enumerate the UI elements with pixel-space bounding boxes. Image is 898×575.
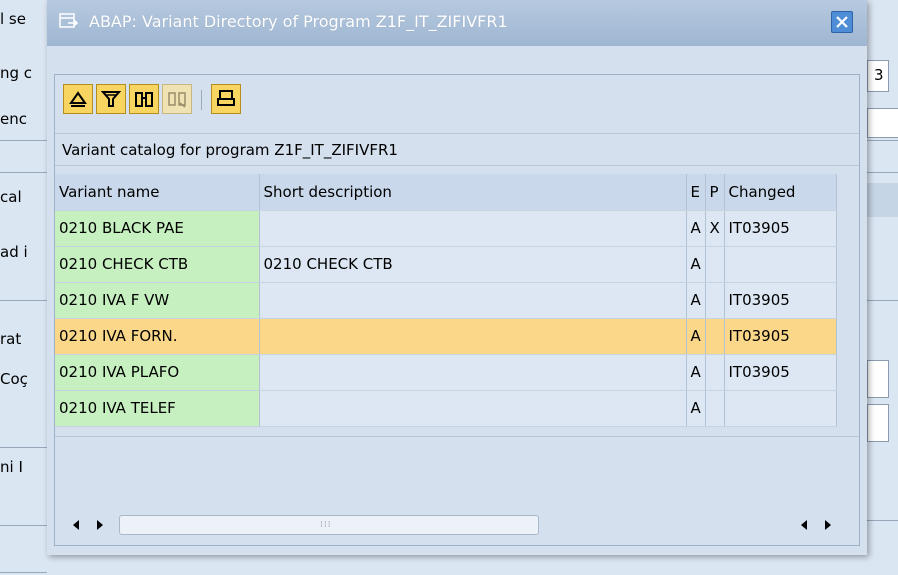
bg-divider <box>0 572 47 573</box>
variant-directory-dialog: ABAP: Variant Directory of Program Z1F_I… <box>47 0 867 555</box>
bg-divider <box>0 300 47 301</box>
scroll-left-button-right[interactable] <box>795 515 813 535</box>
find-icon <box>135 92 153 107</box>
scrollbar-thumb[interactable]: ⁞⁞⁞ <box>119 515 539 535</box>
filter-icon <box>101 91 121 107</box>
popup-window-icon <box>59 12 79 34</box>
table-row[interactable]: 0210 BLACK PAE A X IT03905 <box>55 210 837 247</box>
bg-label-4: cal <box>0 188 22 206</box>
close-icon <box>836 16 848 28</box>
cell-variant-name[interactable]: 0210 CHECK CTB <box>55 246 260 283</box>
cell-changed[interactable]: IT03905 <box>724 318 837 355</box>
cell-e[interactable]: A <box>686 390 706 427</box>
column-header-short-description[interactable]: Short description <box>259 174 687 211</box>
bg-input-value: 3 <box>874 66 884 84</box>
print-button[interactable] <box>211 84 241 114</box>
arrow-right-icon <box>825 520 831 530</box>
scroll-left-button[interactable] <box>67 515 85 535</box>
column-header-e[interactable]: E <box>686 174 706 211</box>
cell-variant-name[interactable]: 0210 IVA PLAFO <box>55 354 260 391</box>
dialog-titlebar[interactable]: ABAP: Variant Directory of Program Z1F_I… <box>47 0 867 46</box>
table-empty-area <box>55 436 859 505</box>
cell-short-description[interactable] <box>259 282 687 319</box>
print-icon <box>217 90 235 106</box>
bg-label-2: ng c <box>0 64 33 82</box>
bg-input-field[interactable] <box>867 360 889 398</box>
cell-p[interactable] <box>705 282 725 319</box>
bg-label-3: enc <box>0 110 27 128</box>
cell-short-description[interactable] <box>259 210 687 247</box>
grip-icon: ⁞⁞⁞ <box>320 520 332 530</box>
dialog-title: ABAP: Variant Directory of Program Z1F_I… <box>89 12 508 31</box>
toolbar-separator <box>201 90 202 110</box>
column-header-p[interactable]: P <box>705 174 725 211</box>
cell-short-description[interactable] <box>259 390 687 427</box>
close-button[interactable] <box>831 11 853 33</box>
cell-changed[interactable]: IT03905 <box>724 282 837 319</box>
bg-label-5: ad i <box>0 243 28 261</box>
cell-changed[interactable]: IT03905 <box>724 210 837 247</box>
cell-e[interactable]: A <box>686 354 706 391</box>
table-row[interactable]: 0210 IVA TELEF A <box>55 390 837 427</box>
cell-short-description[interactable]: 0210 CHECK CTB <box>259 246 687 283</box>
find-next-button[interactable] <box>162 84 192 114</box>
bg-label-7: Coç <box>0 370 28 388</box>
filter-button[interactable] <box>96 84 126 114</box>
details-icon <box>69 91 87 107</box>
bg-section-bar <box>867 183 898 217</box>
cell-p[interactable] <box>705 390 725 427</box>
bg-divider <box>0 447 47 448</box>
arrow-right-icon <box>97 520 103 530</box>
arrow-left-icon <box>73 520 79 530</box>
cell-p[interactable] <box>705 246 725 283</box>
bg-divider <box>867 172 898 173</box>
table-row-selected[interactable]: 0210 IVA FORN. A IT03905 <box>55 318 837 355</box>
bg-divider <box>0 140 47 141</box>
cell-p[interactable] <box>705 318 725 355</box>
cell-changed[interactable] <box>724 246 837 283</box>
bg-input-field[interactable]: 3 <box>867 60 889 92</box>
cell-p[interactable] <box>705 354 725 391</box>
bg-divider <box>0 525 47 526</box>
bg-label-1: l se <box>0 10 26 28</box>
bg-divider <box>867 520 898 521</box>
variant-table: Variant name Short description E P Chang… <box>55 174 837 427</box>
find-next-icon <box>168 92 186 108</box>
table-row[interactable]: 0210 IVA PLAFO A IT03905 <box>55 354 837 391</box>
bg-divider <box>867 300 898 301</box>
scroll-right-button-right[interactable] <box>819 515 837 535</box>
table-row[interactable]: 0210 IVA F VW A IT03905 <box>55 282 837 319</box>
bg-label-8: ni I <box>0 458 23 476</box>
cell-variant-name[interactable]: 0210 IVA FORN. <box>55 318 260 355</box>
column-header-variant-name[interactable]: Variant name <box>55 174 260 211</box>
catalog-title: Variant catalog for program Z1F_IT_ZIFIV… <box>55 133 859 166</box>
cell-short-description[interactable] <box>259 354 687 391</box>
bg-input-field[interactable] <box>867 108 898 138</box>
dialog-content-panel: Variant catalog for program Z1F_IT_ZIFIV… <box>54 74 860 546</box>
table-row[interactable]: 0210 CHECK CTB 0210 CHECK CTB A <box>55 246 837 283</box>
cell-e[interactable]: A <box>686 210 706 247</box>
bg-input-field[interactable] <box>867 404 889 442</box>
details-button[interactable] <box>63 84 93 114</box>
cell-variant-name[interactable]: 0210 IVA TELEF <box>55 390 260 427</box>
cell-changed[interactable] <box>724 390 837 427</box>
cell-e[interactable]: A <box>686 318 706 355</box>
cell-variant-name[interactable]: 0210 IVA F VW <box>55 282 260 319</box>
scroll-right-button[interactable] <box>91 515 109 535</box>
cell-e[interactable]: A <box>686 246 706 283</box>
bg-divider <box>867 140 898 141</box>
cell-short-description[interactable] <box>259 318 687 355</box>
cell-e[interactable]: A <box>686 282 706 319</box>
column-header-changed[interactable]: Changed <box>724 174 837 211</box>
horizontal-scrollbar[interactable]: ⁞⁞⁞ <box>55 505 859 545</box>
find-button[interactable] <box>129 84 159 114</box>
cell-variant-name[interactable]: 0210 BLACK PAE <box>55 210 260 247</box>
cell-p[interactable]: X <box>705 210 725 247</box>
arrow-left-icon <box>801 520 807 530</box>
bg-label-6: rat <box>0 330 22 348</box>
table-header-row: Variant name Short description E P Chang… <box>55 174 837 211</box>
bg-divider <box>0 172 47 173</box>
cell-changed[interactable]: IT03905 <box>724 354 837 391</box>
